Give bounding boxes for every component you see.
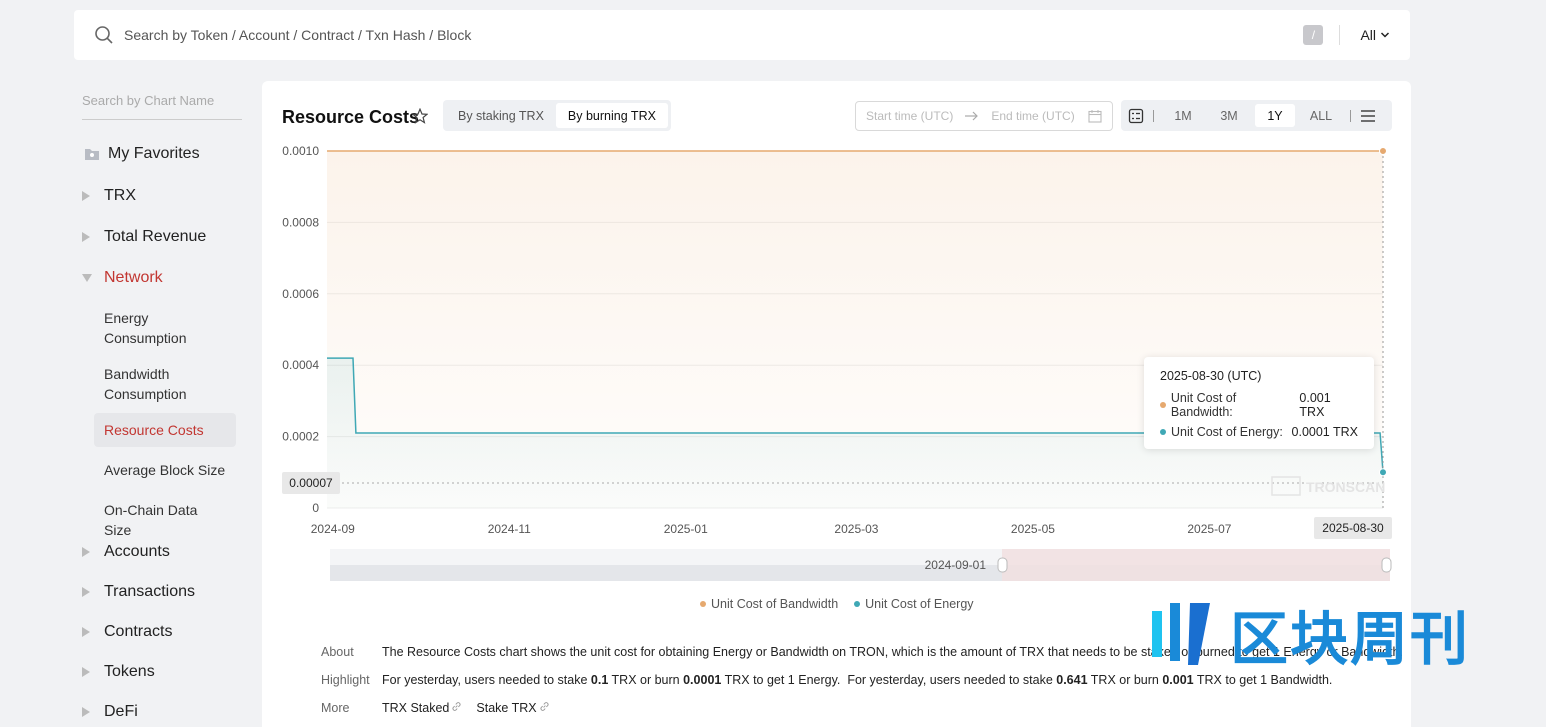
tooltip-value: 0.0001 TRX	[1291, 425, 1358, 439]
global-search-bar: / All	[74, 10, 1410, 60]
sidebar-item-label: Contracts	[104, 623, 173, 640]
sidebar-item-total-revenue[interactable]: Total Revenue	[76, 228, 206, 246]
sidebar-item-transactions[interactable]: Transactions	[76, 583, 195, 601]
chevron-down-icon	[1380, 32, 1390, 38]
sidebar-subitem-resource-costs[interactable]: Resource Costs	[94, 413, 236, 447]
sidebar-subitem-on-chain-data-size[interactable]: On-Chain Data Size	[94, 500, 236, 540]
caret-right-icon	[76, 191, 106, 201]
highlight-label: Highlight	[321, 673, 370, 687]
caret-right-icon	[76, 547, 106, 557]
search-icon	[95, 26, 113, 44]
more-label: More	[321, 701, 350, 715]
sidebar-subitem-bandwidth-consumption[interactable]: Bandwidth Consumption	[94, 364, 236, 404]
highlight-part: TRX or burn	[608, 673, 684, 687]
sidebar-item-tokens[interactable]: Tokens	[76, 663, 155, 681]
sidebar-item-label: Transactions	[104, 583, 195, 600]
shortcut-key-badge: /	[1303, 25, 1324, 45]
highlight-part: For yesterday, users needed to stake	[382, 673, 591, 687]
search-filter-label: All	[1360, 27, 1376, 43]
sidebar-item-defi[interactable]: DeFi	[76, 703, 138, 721]
tooltip-label: Unit Cost of Energy:	[1171, 425, 1283, 439]
tooltip-date: 2025-08-30 (UTC)	[1160, 369, 1262, 383]
crosshair-y-label: 0.00007	[289, 476, 333, 490]
series-dot	[1160, 429, 1166, 435]
sidebar-item-label: Total Revenue	[104, 228, 207, 245]
sidebar-subitem-energy-consumption[interactable]: Energy Consumption	[94, 308, 236, 348]
chart-legend: Unit Cost of Bandwidth Unit Cost of Ener…	[700, 597, 974, 611]
burn-energy-value: 0.0001	[683, 673, 722, 687]
y-tick-label: 0.0010	[282, 144, 319, 158]
x-tick-label: 2025-05	[1011, 522, 1055, 536]
link-trx-staked[interactable]: TRX Staked	[382, 701, 449, 715]
series-dot	[1160, 402, 1166, 408]
y-tick-label: 0.0008	[282, 215, 319, 229]
sidebar-item-trx[interactable]: TRX	[76, 187, 136, 205]
bandwidth-point	[1379, 147, 1387, 155]
y-tick-label: 0.0002	[282, 430, 319, 444]
caret-right-icon	[76, 707, 106, 717]
x-tick-label: 2025-01	[664, 522, 708, 536]
sidebar-item-label: TRX	[104, 187, 136, 204]
link-icon	[540, 702, 549, 711]
sidebar-item-contracts[interactable]: Contracts	[76, 623, 172, 641]
legend-dot	[700, 601, 706, 607]
x-tick-label: 2024-09	[311, 522, 355, 536]
caret-down-icon	[76, 274, 106, 282]
more-row: More TRX Staked Stake TRX	[321, 701, 564, 715]
watermark-logo-icon	[1152, 603, 1210, 665]
tooltip-row-bandwidth: Unit Cost of Bandwidth: 0.001 TRX	[1160, 391, 1358, 419]
caret-right-icon	[76, 587, 106, 597]
legend-item-energy[interactable]: Unit Cost of Energy	[854, 597, 974, 611]
tooltip-value: 0.001 TRX	[1299, 391, 1331, 419]
highlight-part: TRX to get 1 Energy. For yesterday, user…	[721, 673, 1057, 687]
chart-tooltip: 2025-08-30 (UTC) Unit Cost of Bandwidth:…	[1144, 357, 1374, 449]
y-tick-label: 0	[312, 501, 319, 515]
sidebar-item-network[interactable]: Network	[76, 269, 163, 287]
legend-label: Unit Cost of Bandwidth	[711, 597, 839, 611]
resource-costs-chart[interactable]: 0.0010 0.0008 0.0006 0.0004 0.0002 0 2024-09 2…	[262, 81, 1411, 601]
sidebar-subitem-average-block-size[interactable]: Average Block Size	[94, 460, 236, 480]
legend-item-bandwidth[interactable]: Unit Cost of Bandwidth	[700, 597, 838, 611]
link-icon	[452, 702, 461, 711]
global-search-input[interactable]	[124, 27, 1304, 43]
y-tick-label: 0.0004	[282, 358, 319, 372]
caret-right-icon	[76, 667, 106, 677]
tooltip-row-energy: Unit Cost of Energy: 0.0001 TRX	[1160, 425, 1358, 439]
sidebar-item-label: Accounts	[104, 543, 170, 560]
link-stake-trx[interactable]: Stake TRX	[476, 701, 536, 715]
energy-point	[1379, 468, 1387, 477]
watermark-text: 区块周刊	[1230, 605, 1471, 673]
zoom-slider-selection	[1002, 549, 1390, 581]
sidebar-item-label: My Favorites	[108, 145, 200, 162]
legend-label: Unit Cost of Energy	[865, 597, 974, 611]
caret-right-icon	[76, 232, 106, 242]
sidebar-item-label: Tokens	[104, 663, 155, 680]
zoom-slider-start-label: 2024-09-01	[925, 558, 987, 572]
chart-search-input[interactable]: Search by Chart Name	[82, 82, 242, 120]
y-tick-label: 0.0006	[282, 287, 319, 301]
sidebar-item-label: DeFi	[104, 703, 138, 720]
sidebar-item-favorites[interactable]: My Favorites	[82, 145, 200, 163]
legend-dot	[854, 601, 861, 607]
stake-energy-value: 0.1	[590, 673, 609, 687]
caret-right-icon	[76, 627, 106, 637]
about-label: About	[321, 645, 354, 659]
overlay-watermark: 区块周刊	[1150, 592, 1470, 676]
stake-bandwidth-value: 0.641	[1056, 673, 1088, 687]
divider	[1339, 25, 1341, 45]
x-tick-label: 2024-11	[488, 522, 531, 536]
x-tick-label: 2025-03	[834, 522, 878, 536]
crosshair-x-label: 2025-08-30	[1322, 521, 1384, 535]
sidebar-item-label: Network	[104, 269, 163, 286]
zoom-handle-right	[1381, 557, 1392, 573]
tooltip-label: Unit Cost of Bandwidth:	[1170, 391, 1237, 419]
search-filter-dropdown[interactable]: All	[1360, 27, 1390, 43]
zoom-handle-left	[997, 557, 1008, 573]
sidebar-item-accounts[interactable]: Accounts	[76, 543, 170, 561]
tronscan-watermark: TRONSCAN	[1306, 479, 1385, 495]
x-tick-label: 2025-07	[1187, 522, 1231, 536]
